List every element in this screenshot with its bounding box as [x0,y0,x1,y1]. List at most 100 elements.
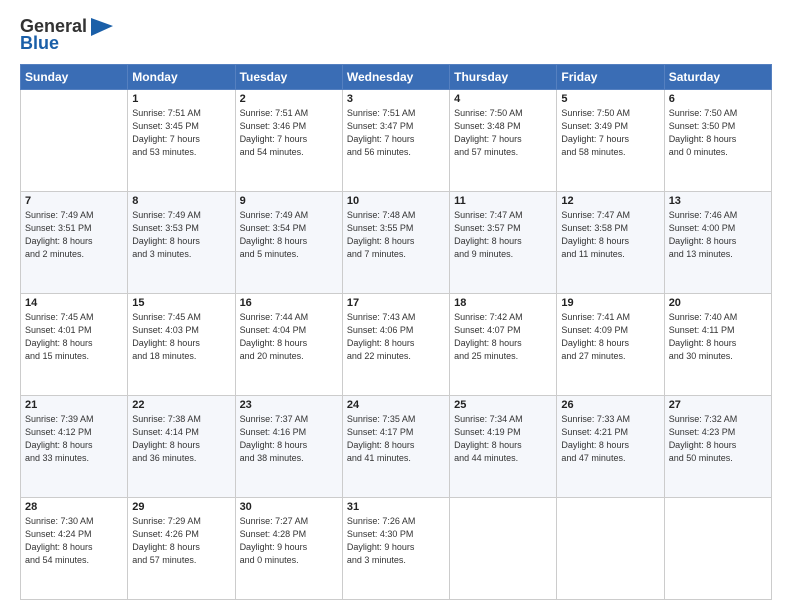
day-number: 6 [669,93,767,105]
day-info: Sunrise: 7:40 AM Sunset: 4:11 PM Dayligh… [669,311,767,363]
calendar-cell: 31 Sunrise: 7:26 AM Sunset: 4:30 PM Dayli… [342,498,449,600]
day-number: 17 [347,297,445,309]
day-number: 24 [347,399,445,411]
calendar-cell: 11 Sunrise: 7:47 AM Sunset: 3:57 PM Dayli… [450,192,557,294]
calendar-week-2: 7 Sunrise: 7:49 AM Sunset: 3:51 PM Daylig… [21,192,772,294]
day-info: Sunrise: 7:50 AM Sunset: 3:48 PM Dayligh… [454,107,552,159]
day-number: 15 [132,297,230,309]
calendar-cell: 28 Sunrise: 7:30 AM Sunset: 4:24 PM Dayli… [21,498,128,600]
day-info: Sunrise: 7:49 AM Sunset: 3:51 PM Dayligh… [25,209,123,261]
calendar-cell: 26 Sunrise: 7:33 AM Sunset: 4:21 PM Dayli… [557,396,664,498]
day-number: 25 [454,399,552,411]
day-info: Sunrise: 7:33 AM Sunset: 4:21 PM Dayligh… [561,413,659,465]
calendar-header-friday: Friday [557,65,664,90]
day-number: 1 [132,93,230,105]
day-number: 18 [454,297,552,309]
day-number: 26 [561,399,659,411]
calendar-cell: 30 Sunrise: 7:27 AM Sunset: 4:28 PM Dayli… [235,498,342,600]
day-number: 31 [347,501,445,513]
calendar-cell: 24Sunrise: 7:35 AM Sunset: 4:17 PM Dayli… [342,396,449,498]
calendar-cell: 3 Sunrise: 7:51 AM Sunset: 3:47 PM Daylig… [342,90,449,192]
day-number: 9 [240,195,338,207]
day-info: Sunrise: 7:32 AM Sunset: 4:23 PM Dayligh… [669,413,767,465]
calendar-cell: 17Sunrise: 7:43 AM Sunset: 4:06 PM Dayli… [342,294,449,396]
day-number: 5 [561,93,659,105]
day-number: 28 [25,501,123,513]
calendar-cell: 5 Sunrise: 7:50 AM Sunset: 3:49 PM Daylig… [557,90,664,192]
calendar-header-wednesday: Wednesday [342,65,449,90]
calendar-week-3: 14 Sunrise: 7:45 AM Sunset: 4:01 PM Dayli… [21,294,772,396]
day-info: Sunrise: 7:46 AM Sunset: 4:00 PM Dayligh… [669,209,767,261]
day-number: 14 [25,297,123,309]
calendar-header-sunday: Sunday [21,65,128,90]
calendar-cell: 29 Sunrise: 7:29 AM Sunset: 4:26 PM Dayli… [128,498,235,600]
day-number: 13 [669,195,767,207]
day-number: 23 [240,399,338,411]
day-number: 16 [240,297,338,309]
calendar-cell: 14 Sunrise: 7:45 AM Sunset: 4:01 PM Dayli… [21,294,128,396]
day-number: 10 [347,195,445,207]
day-number: 11 [454,195,552,207]
calendar-week-1: 1 Sunrise: 7:51 AM Sunset: 3:45 PM Daylig… [21,90,772,192]
day-info: Sunrise: 7:29 AM Sunset: 4:26 PM Dayligh… [132,515,230,567]
calendar-table: SundayMondayTuesdayWednesdayThursdayFrid… [20,64,772,600]
calendar-cell [557,498,664,600]
logo: General Blue [20,16,113,54]
day-number: 20 [669,297,767,309]
day-info: Sunrise: 7:45 AM Sunset: 4:01 PM Dayligh… [25,311,123,363]
day-info: Sunrise: 7:30 AM Sunset: 4:24 PM Dayligh… [25,515,123,567]
calendar-cell [664,498,771,600]
logo-arrow-icon [91,18,113,36]
day-number: 4 [454,93,552,105]
calendar-cell [21,90,128,192]
day-number: 21 [25,399,123,411]
day-number: 3 [347,93,445,105]
calendar-cell: 20 Sunrise: 7:40 AM Sunset: 4:11 PM Dayli… [664,294,771,396]
day-info: Sunrise: 7:26 AM Sunset: 4:30 PM Dayligh… [347,515,445,567]
calendar-header-tuesday: Tuesday [235,65,342,90]
day-info: Sunrise: 7:49 AM Sunset: 3:53 PM Dayligh… [132,209,230,261]
day-info: Sunrise: 7:50 AM Sunset: 3:49 PM Dayligh… [561,107,659,159]
calendar-cell: 13 Sunrise: 7:46 AM Sunset: 4:00 PM Dayli… [664,192,771,294]
day-info: Sunrise: 7:41 AM Sunset: 4:09 PM Dayligh… [561,311,659,363]
day-number: 29 [132,501,230,513]
day-info: Sunrise: 7:47 AM Sunset: 3:57 PM Dayligh… [454,209,552,261]
day-info: Sunrise: 7:37 AM Sunset: 4:16 PM Dayligh… [240,413,338,465]
page: General Blue SundayMondayTuesdayWednesda… [0,0,792,612]
day-number: 12 [561,195,659,207]
calendar-week-5: 28 Sunrise: 7:30 AM Sunset: 4:24 PM Dayli… [21,498,772,600]
day-number: 19 [561,297,659,309]
day-info: Sunrise: 7:42 AM Sunset: 4:07 PM Dayligh… [454,311,552,363]
day-info: Sunrise: 7:47 AM Sunset: 3:58 PM Dayligh… [561,209,659,261]
calendar-cell: 12 Sunrise: 7:47 AM Sunset: 3:58 PM Dayli… [557,192,664,294]
day-number: 27 [669,399,767,411]
day-info: Sunrise: 7:48 AM Sunset: 3:55 PM Dayligh… [347,209,445,261]
day-number: 7 [25,195,123,207]
day-number: 8 [132,195,230,207]
day-info: Sunrise: 7:51 AM Sunset: 3:45 PM Dayligh… [132,107,230,159]
calendar-week-4: 21Sunrise: 7:39 AM Sunset: 4:12 PM Dayli… [21,396,772,498]
calendar-cell: 21Sunrise: 7:39 AM Sunset: 4:12 PM Dayli… [21,396,128,498]
calendar-header-monday: Monday [128,65,235,90]
day-info: Sunrise: 7:45 AM Sunset: 4:03 PM Dayligh… [132,311,230,363]
day-info: Sunrise: 7:27 AM Sunset: 4:28 PM Dayligh… [240,515,338,567]
calendar-cell: 9 Sunrise: 7:49 AM Sunset: 3:54 PM Daylig… [235,192,342,294]
day-number: 22 [132,399,230,411]
calendar-cell: 4 Sunrise: 7:50 AM Sunset: 3:48 PM Daylig… [450,90,557,192]
day-number: 30 [240,501,338,513]
calendar-cell [450,498,557,600]
calendar-cell: 18 Sunrise: 7:42 AM Sunset: 4:07 PM Dayli… [450,294,557,396]
calendar-cell: 19 Sunrise: 7:41 AM Sunset: 4:09 PM Dayli… [557,294,664,396]
day-info: Sunrise: 7:50 AM Sunset: 3:50 PM Dayligh… [669,107,767,159]
calendar-cell: 25 Sunrise: 7:34 AM Sunset: 4:19 PM Dayli… [450,396,557,498]
day-info: Sunrise: 7:34 AM Sunset: 4:19 PM Dayligh… [454,413,552,465]
calendar-cell: 23 Sunrise: 7:37 AM Sunset: 4:16 PM Dayli… [235,396,342,498]
calendar-cell: 2Sunrise: 7:51 AM Sunset: 3:46 PM Daylig… [235,90,342,192]
day-info: Sunrise: 7:51 AM Sunset: 3:47 PM Dayligh… [347,107,445,159]
calendar-header-saturday: Saturday [664,65,771,90]
calendar-header-thursday: Thursday [450,65,557,90]
day-info: Sunrise: 7:44 AM Sunset: 4:04 PM Dayligh… [240,311,338,363]
day-info: Sunrise: 7:49 AM Sunset: 3:54 PM Dayligh… [240,209,338,261]
calendar-cell: 10 Sunrise: 7:48 AM Sunset: 3:55 PM Dayli… [342,192,449,294]
day-info: Sunrise: 7:51 AM Sunset: 3:46 PM Dayligh… [240,107,338,159]
